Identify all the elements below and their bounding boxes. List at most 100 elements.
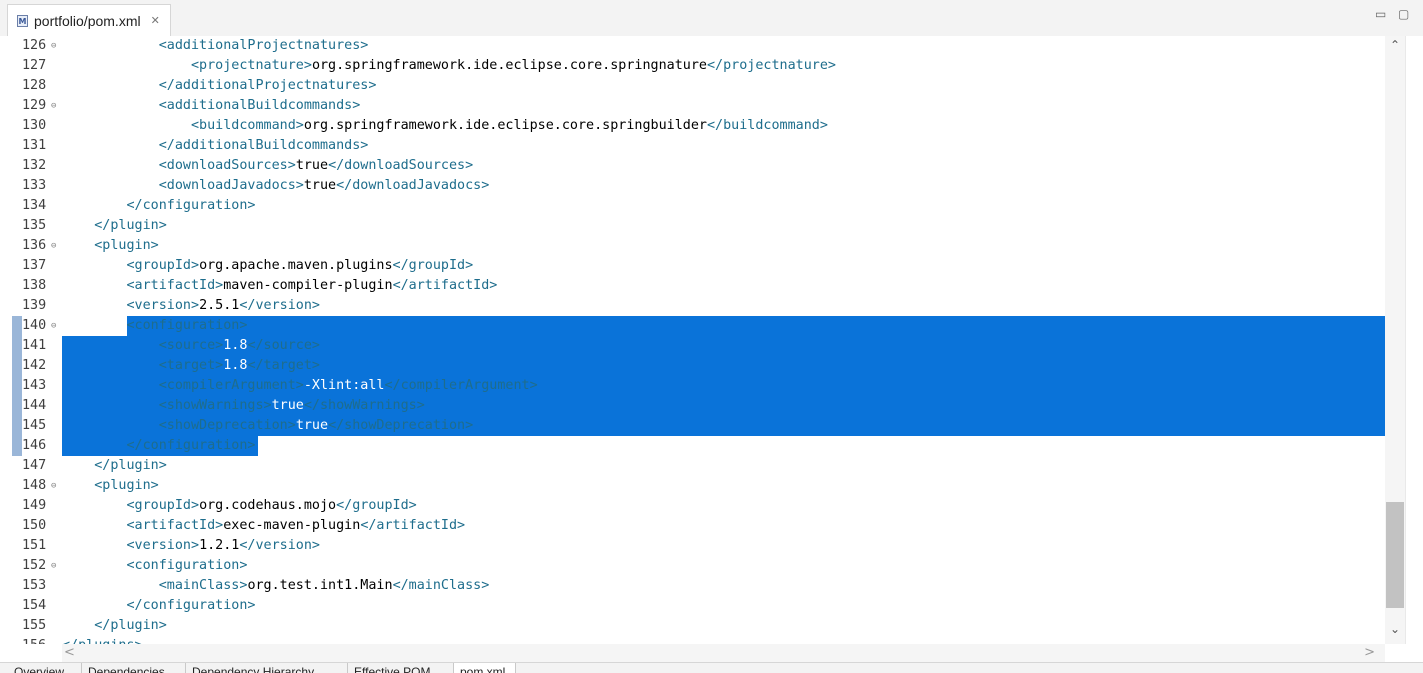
- fold-toggle-icon[interactable]: ⊖: [51, 316, 56, 336]
- code-line[interactable]: 132 <downloadSources>true</downloadSourc…: [0, 156, 1385, 176]
- xml-tag: <showWarnings>: [158, 398, 272, 413]
- xml-content: [62, 198, 127, 213]
- code-line[interactable]: 140 ⊖ <configuration>: [0, 316, 1385, 336]
- fold-toggle-icon[interactable]: ⊖: [51, 476, 56, 496]
- code-line[interactable]: 135 </plugin>: [0, 216, 1385, 236]
- scroll-down-icon[interactable]: ⌄: [1385, 622, 1405, 640]
- tab-title: portfolio/pom.xml: [34, 12, 141, 29]
- selection-highlight: [126, 316, 1385, 336]
- line-number: 127: [22, 58, 47, 73]
- xml-tag: </mainClass>: [392, 578, 490, 593]
- code-text: <configuration>: [62, 316, 248, 336]
- code-line[interactable]: 126 ⊖ <additionalProjectnatures>: [0, 36, 1385, 56]
- line-number: 156: [22, 636, 52, 644]
- xml-tag: </configuration>: [126, 598, 256, 613]
- scroll-up-icon[interactable]: ⌃: [1385, 38, 1405, 56]
- code-line[interactable]: 143 <compilerArgument>-Xlint:all</compil…: [0, 376, 1385, 396]
- code-line[interactable]: 151 <version>1.2.1</version>: [0, 536, 1385, 556]
- xml-tag: </downloadJavadocs>: [336, 178, 490, 193]
- code-line[interactable]: 129 ⊖ <additionalBuildcommands>: [0, 96, 1385, 116]
- code-text: </configuration>: [62, 196, 256, 216]
- xml-tag: <projectnature>: [191, 58, 312, 73]
- xml-content: true: [271, 398, 304, 413]
- line-number: 154: [22, 598, 47, 613]
- selection-marker: [12, 376, 22, 396]
- xml-tag: <downloadJavadocs>: [158, 178, 304, 193]
- code-line[interactable]: 142 <target>1.8</target>: [0, 356, 1385, 376]
- minimize-icon[interactable]: ▭: [1375, 7, 1386, 21]
- xml-content: org.springframework.ide.eclipse.core.spr…: [311, 58, 707, 73]
- code-line[interactable]: 127 <projectnature>org.springframework.i…: [0, 56, 1385, 76]
- code-line[interactable]: 148 ⊖ <plugin>: [0, 476, 1385, 496]
- line-number: 147: [22, 458, 47, 473]
- code-text: <mainClass>org.test.int1.Main</mainClass…: [62, 576, 490, 596]
- code-line[interactable]: 145 <showDeprecation>true</showDeprecati…: [0, 416, 1385, 436]
- horizontal-scrollbar[interactable]: < >: [62, 644, 1385, 662]
- code-line[interactable]: 134 </configuration>: [0, 196, 1385, 216]
- vertical-scrollbar[interactable]: ⌃ ⌄: [1385, 36, 1405, 644]
- xml-tag: <mainClass>: [158, 578, 248, 593]
- line-number: 145: [22, 418, 47, 433]
- code-line[interactable]: 150 <artifactId>exec-maven-plugin</artif…: [0, 516, 1385, 536]
- code-text: <buildcommand>org.springframework.ide.ec…: [62, 116, 828, 136]
- code-line[interactable]: 136 ⊖ <plugin>: [0, 236, 1385, 256]
- xml-content: 1.2.1: [199, 538, 240, 553]
- xml-content: [62, 218, 94, 233]
- code-text: <showWarnings>true</showWarnings>: [62, 396, 425, 416]
- code-line[interactable]: 144 <showWarnings>true</showWarnings>: [0, 396, 1385, 416]
- scroll-right-icon[interactable]: >: [1364, 645, 1375, 660]
- xml-content: org.apache.maven.plugins: [199, 258, 393, 273]
- xml-content: [62, 58, 191, 73]
- xml-tag: </plugin>: [94, 218, 167, 233]
- code-line[interactable]: 155 </plugin>: [0, 616, 1385, 636]
- code-line[interactable]: 128 </additionalProjectnatures>: [0, 76, 1385, 96]
- code-line[interactable]: 133 <downloadJavadocs>true</downloadJava…: [0, 176, 1385, 196]
- code-editor[interactable]: 126 ⊖ <additionalProjectnatures> 127 <proj…: [0, 36, 1385, 644]
- code-line[interactable]: 146 </configuration>: [0, 436, 1385, 456]
- xml-tag: <additionalBuildcommands>: [158, 98, 361, 113]
- code-line[interactable]: 153 <mainClass>org.test.int1.Main</mainC…: [0, 576, 1385, 596]
- code-text: <configuration>: [62, 556, 248, 576]
- xml-content: [62, 178, 159, 193]
- selection-marker: [12, 356, 22, 376]
- maximize-icon[interactable]: ▢: [1398, 7, 1409, 21]
- code-line[interactable]: 156 </plugins>: [0, 636, 1385, 644]
- close-icon[interactable]: ✕: [151, 14, 160, 27]
- scrollbar-thumb[interactable]: [1386, 502, 1404, 608]
- code-text: <target>1.8</target>: [62, 356, 320, 376]
- line-number: 137: [22, 258, 47, 273]
- line-number: 129: [22, 98, 47, 113]
- xml-content: [62, 298, 127, 313]
- tab-pom-xml[interactable]: M portfolio/pom.xml ✕: [7, 4, 171, 36]
- xml-tag: </artifactId>: [360, 518, 466, 533]
- code-text: </configuration>: [62, 436, 256, 456]
- selection-marker: [12, 396, 22, 416]
- code-line[interactable]: 131 </additionalBuildcommands>: [0, 136, 1385, 156]
- xml-content: [62, 418, 159, 433]
- fold-toggle-icon[interactable]: ⊖: [51, 96, 56, 116]
- code-line[interactable]: 137 <groupId>org.apache.maven.plugins</g…: [0, 256, 1385, 276]
- code-line[interactable]: 130 <buildcommand>org.springframework.id…: [0, 116, 1385, 136]
- line-number: 128: [22, 78, 47, 93]
- code-line[interactable]: 139 <version>2.5.1</version>: [0, 296, 1385, 316]
- xml-tag: </buildcommand>: [706, 118, 828, 133]
- line-number: 131: [22, 138, 47, 153]
- code-text: <artifactId>exec-maven-plugin</artifactI…: [62, 516, 466, 536]
- scroll-left-icon[interactable]: <: [64, 645, 75, 660]
- xml-tag: <source>: [158, 338, 224, 353]
- xml-content: [62, 258, 127, 273]
- fold-toggle-icon[interactable]: ⊖: [51, 36, 56, 56]
- code-line[interactable]: 147 </plugin>: [0, 456, 1385, 476]
- code-text: </plugins>: [62, 636, 143, 644]
- line-number: 143: [22, 378, 47, 393]
- fold-toggle-icon[interactable]: ⊖: [51, 236, 56, 256]
- fold-toggle-icon[interactable]: ⊖: [51, 556, 56, 576]
- code-text: <source>1.8</source>: [62, 336, 320, 356]
- code-line[interactable]: 154 </configuration>: [0, 596, 1385, 616]
- code-line[interactable]: 138 <artifactId>maven-compiler-plugin</a…: [0, 276, 1385, 296]
- code-line[interactable]: 149 <groupId>org.codehaus.mojo</groupId>: [0, 496, 1385, 516]
- code-line[interactable]: 152 ⊖ <configuration>: [0, 556, 1385, 576]
- xml-content: [62, 538, 127, 553]
- line-number: 141: [22, 338, 47, 353]
- code-line[interactable]: 141 <source>1.8</source>: [0, 336, 1385, 356]
